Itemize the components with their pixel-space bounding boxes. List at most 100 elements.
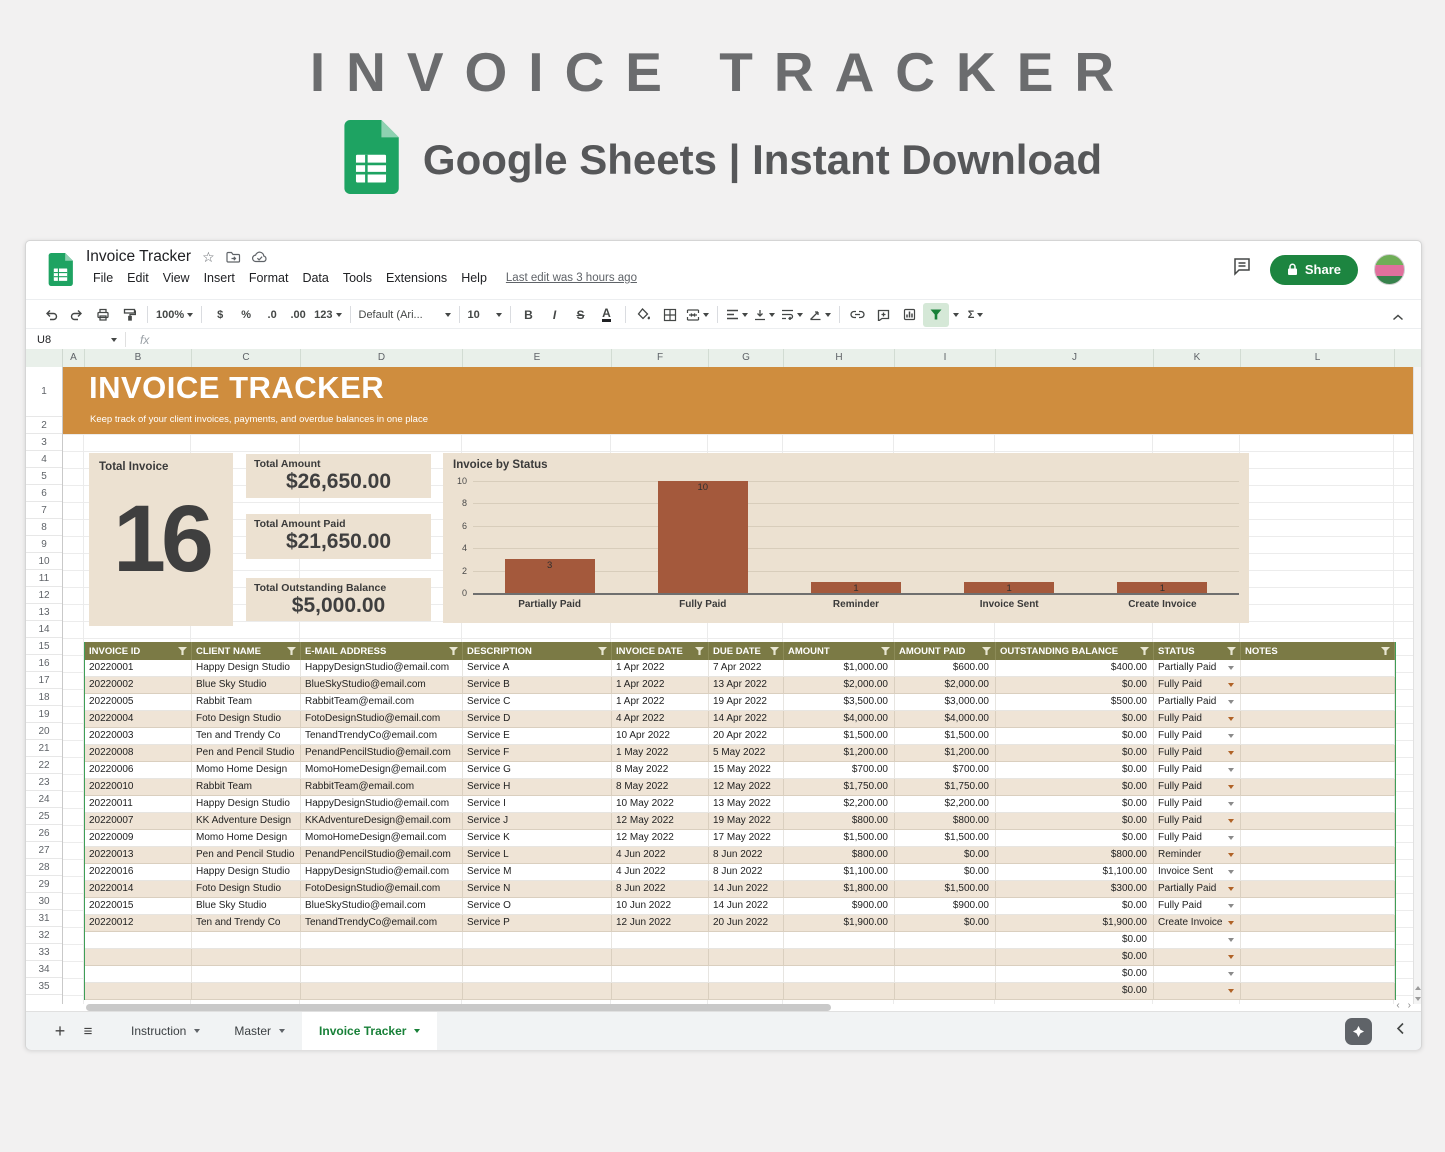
row-header-31[interactable]: 31	[26, 910, 62, 927]
column-invoice-id[interactable]: INVOICE ID	[85, 642, 192, 660]
column-header-I[interactable]: I	[895, 349, 996, 367]
strikethrough-button[interactable]: S	[568, 303, 594, 327]
row-header-5[interactable]: 5	[26, 468, 62, 485]
percent-format-button[interactable]: %	[233, 303, 259, 327]
font-size-select[interactable]: 10	[465, 303, 505, 327]
dropdown-arrow-icon[interactable]	[1228, 802, 1234, 806]
document-title[interactable]: Invoice Tracker	[86, 248, 191, 266]
dropdown-arrow-icon[interactable]	[1228, 683, 1234, 687]
status-dropdown[interactable]: Reminder	[1154, 847, 1241, 864]
fill-color-icon[interactable]	[631, 303, 657, 327]
column-due-date[interactable]: DUE DATE	[709, 642, 784, 660]
row-header-7[interactable]: 7	[26, 502, 62, 519]
scroll-down-icon[interactable]	[1414, 994, 1421, 1004]
status-dropdown[interactable]	[1154, 983, 1241, 1000]
row-header-13[interactable]: 13	[26, 604, 62, 621]
dropdown-arrow-icon[interactable]	[1228, 904, 1234, 908]
filter-icon[interactable]	[449, 647, 458, 655]
currency-format-button[interactable]: $	[207, 303, 233, 327]
total-amount-card[interactable]: Total Amount $26,650.00	[246, 454, 431, 498]
italic-button[interactable]: I	[542, 303, 568, 327]
dropdown-arrow-icon[interactable]	[1228, 853, 1234, 857]
filter-icon[interactable]	[922, 302, 949, 327]
column-header-F[interactable]: F	[612, 349, 709, 367]
row-header-29[interactable]: 29	[26, 876, 62, 893]
dropdown-arrow-icon[interactable]	[1228, 734, 1234, 738]
filter-icon[interactable]	[1140, 647, 1149, 655]
dropdown-arrow-icon[interactable]	[1228, 972, 1234, 976]
status-dropdown[interactable]	[1154, 966, 1241, 983]
all-sheets-icon[interactable]: ≡	[76, 1023, 100, 1040]
status-dropdown[interactable]: Partially Paid	[1154, 881, 1241, 898]
menu-insert[interactable]: Insert	[197, 269, 242, 287]
borders-icon[interactable]	[657, 303, 683, 327]
column-header-L[interactable]: L	[1241, 349, 1395, 367]
row-header-18[interactable]: 18	[26, 689, 62, 706]
column-header-A[interactable]: A	[63, 349, 85, 367]
row-header-2[interactable]: 2	[26, 417, 62, 434]
menu-help[interactable]: Help	[454, 269, 494, 287]
dropdown-arrow-icon[interactable]	[1228, 717, 1234, 721]
filter-icon[interactable]	[598, 647, 607, 655]
row-header-23[interactable]: 23	[26, 774, 62, 791]
move-folder-icon[interactable]	[226, 251, 241, 263]
undo-icon[interactable]	[38, 303, 64, 327]
dropdown-arrow-icon[interactable]	[1228, 836, 1234, 840]
sheet-banner[interactable]: INVOICE TRACKER Keep track of your clien…	[62, 367, 1413, 434]
row-header-15[interactable]: 15	[26, 638, 62, 655]
status-dropdown[interactable]: Fully Paid	[1154, 830, 1241, 847]
status-dropdown[interactable]	[1154, 932, 1241, 949]
column-outstanding-balance[interactable]: OUTSTANDING BALANCE	[996, 642, 1154, 660]
insert-comment-icon[interactable]	[871, 303, 897, 327]
status-dropdown[interactable]: Fully Paid	[1154, 898, 1241, 915]
column-header-D[interactable]: D	[301, 349, 463, 367]
filter-icon[interactable]	[287, 647, 296, 655]
horizontal-align-icon[interactable]	[723, 303, 751, 327]
row-header-16[interactable]: 16	[26, 655, 62, 672]
row-header-1[interactable]: 1	[26, 367, 62, 417]
status-dropdown[interactable]: Fully Paid	[1154, 745, 1241, 762]
filter-icon[interactable]	[1381, 647, 1390, 655]
dropdown-arrow-icon[interactable]	[1228, 666, 1234, 670]
column-header-G[interactable]: G	[709, 349, 784, 367]
cloud-saved-icon[interactable]	[251, 251, 268, 263]
row-header-20[interactable]: 20	[26, 723, 62, 740]
print-icon[interactable]	[90, 303, 116, 327]
functions-icon[interactable]: Σ	[963, 303, 989, 327]
column-invoice-date[interactable]: INVOICE DATE	[612, 642, 709, 660]
status-dropdown[interactable]: Fully Paid	[1154, 677, 1241, 694]
column-header-J[interactable]: J	[996, 349, 1154, 367]
column-header-H[interactable]: H	[784, 349, 895, 367]
sheets-logo-icon[interactable]	[48, 253, 73, 291]
status-dropdown[interactable]: Fully Paid	[1154, 728, 1241, 745]
comment-history-icon[interactable]	[1233, 257, 1254, 282]
merge-cells-icon[interactable]	[683, 303, 712, 327]
filter-icon[interactable]	[982, 647, 991, 655]
dropdown-arrow-icon[interactable]	[1228, 989, 1234, 993]
column-amount-paid[interactable]: AMOUNT PAID	[895, 642, 996, 660]
filter-icon[interactable]	[881, 647, 890, 655]
row-header-34[interactable]: 34	[26, 961, 62, 978]
scroll-up-icon[interactable]	[1414, 983, 1421, 993]
row-header-27[interactable]: 27	[26, 842, 62, 859]
total-outstanding-card[interactable]: Total Outstanding Balance $5,000.00	[246, 578, 431, 621]
column-header-B[interactable]: B	[85, 349, 192, 367]
vertical-scrollbar[interactable]	[1413, 367, 1421, 1004]
tab-master[interactable]: Master	[217, 1012, 302, 1050]
row-header-19[interactable]: 19	[26, 706, 62, 723]
row-header-28[interactable]: 28	[26, 859, 62, 876]
status-dropdown[interactable]: Fully Paid	[1154, 762, 1241, 779]
dropdown-arrow-icon[interactable]	[1228, 955, 1234, 959]
explore-icon[interactable]	[1345, 1017, 1372, 1045]
tab-instruction[interactable]: Instruction	[114, 1012, 217, 1050]
text-color-button[interactable]: A	[594, 303, 620, 327]
column-header-K[interactable]: K	[1154, 349, 1241, 367]
menu-extensions[interactable]: Extensions	[379, 269, 454, 287]
redo-icon[interactable]	[64, 303, 90, 327]
invoice-status-chart[interactable]: Invoice by Status 0 2 4 6 8 10 3 Partially Paid…	[443, 453, 1249, 623]
row-header-10[interactable]: 10	[26, 553, 62, 570]
tab-invoice-tracker[interactable]: Invoice Tracker	[302, 1012, 438, 1050]
font-select[interactable]: Default (Ari...	[356, 303, 454, 327]
decrease-decimal-button[interactable]: .0	[259, 303, 285, 327]
row-header-24[interactable]: 24	[26, 791, 62, 808]
